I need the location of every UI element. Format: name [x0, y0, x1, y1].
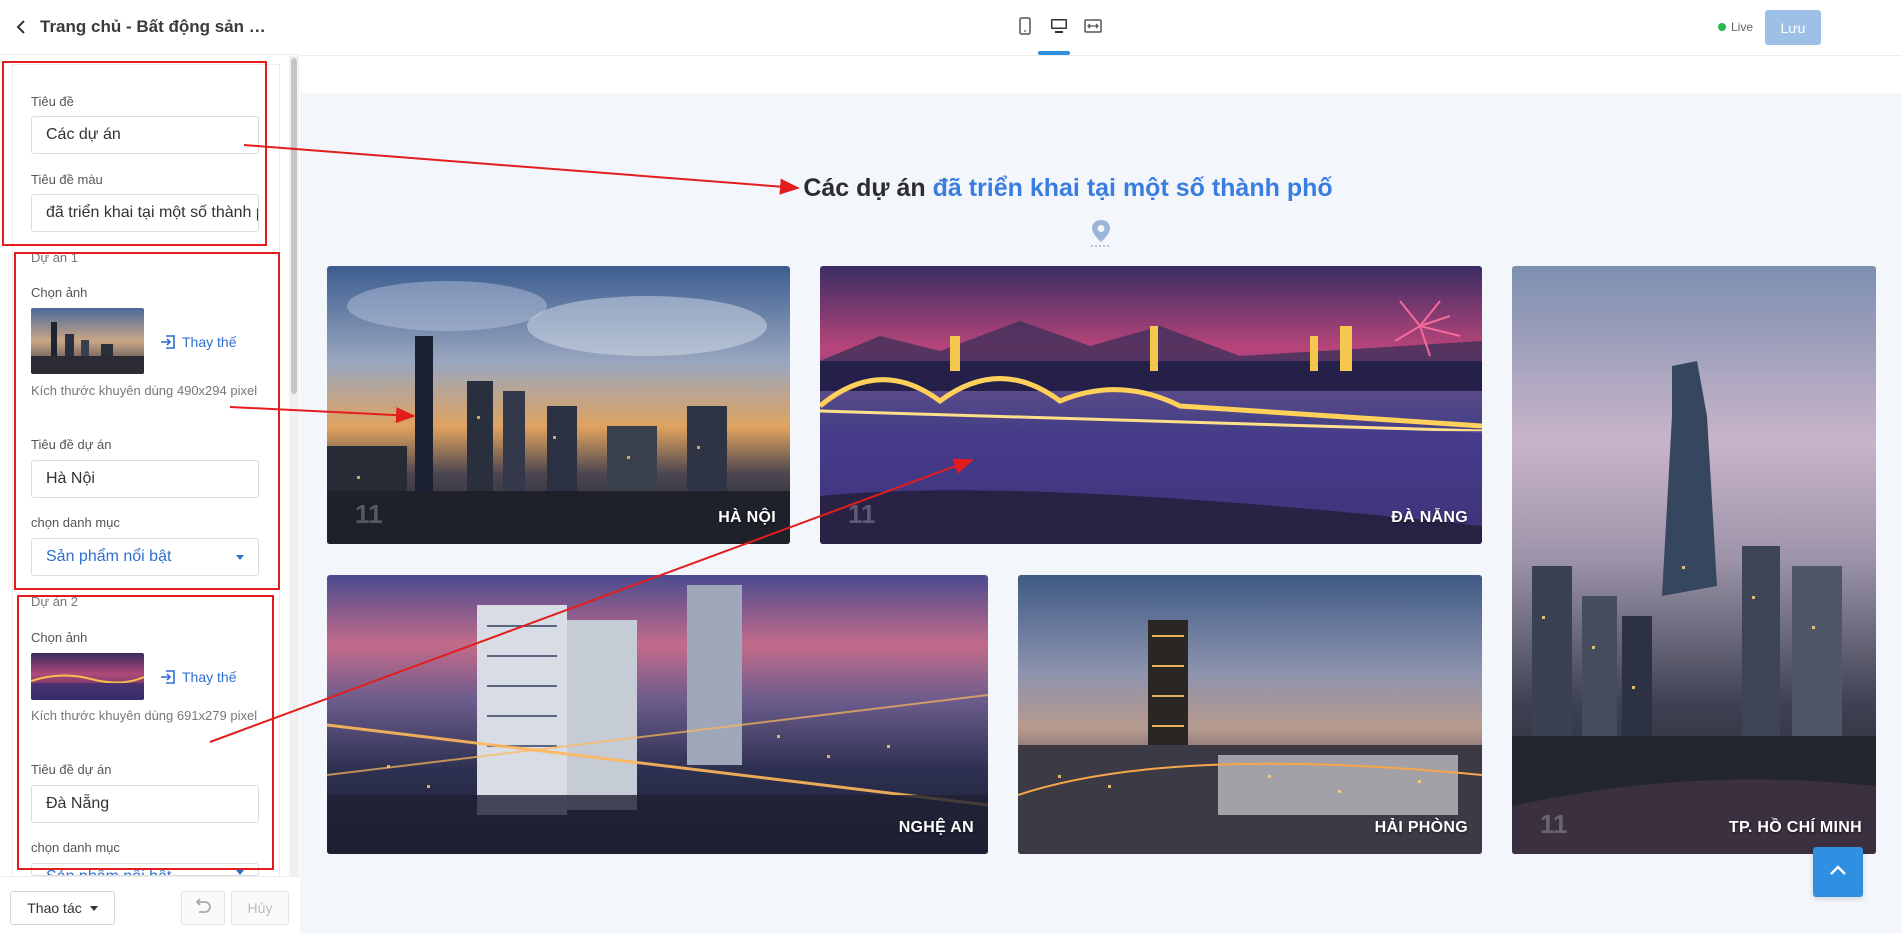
- project-card-hcm[interactable]: 11 TP. HỒ CHÍ MINH: [1512, 266, 1876, 854]
- settings-panel: Trang chủ - Bất động sản dự án Tiêu đề C…: [0, 0, 299, 933]
- project-2-replace-button[interactable]: Thay thế: [160, 669, 236, 685]
- card-label: ĐÀ NẴNG: [1391, 509, 1468, 526]
- project-2-category-label: chọn danh mục: [31, 840, 120, 855]
- project-image-haiphong: [1018, 575, 1482, 854]
- card-number: 11: [848, 499, 876, 529]
- project-card-nghean[interactable]: NGHỆ AN: [327, 575, 988, 854]
- card-number: 11: [355, 499, 383, 529]
- card-label: HÀ NỘI: [718, 509, 776, 526]
- project-1-thumbnail[interactable]: [31, 308, 144, 374]
- project-1-category-label: chọn danh mục: [31, 515, 120, 530]
- chevron-left-icon[interactable]: [14, 20, 28, 34]
- replace-icon: [160, 669, 176, 685]
- save-button[interactable]: Lưu: [1765, 10, 1821, 45]
- actions-label: Thao tác: [27, 900, 82, 916]
- project-2-image-label: Chọn ảnh: [31, 630, 88, 645]
- caret-down-icon: [236, 870, 244, 875]
- title-input[interactable]: Các dự án: [31, 116, 259, 154]
- project-1-category-select[interactable]: Sản phẩm nổi bật: [31, 538, 259, 576]
- map-pin-icon: [1088, 218, 1114, 248]
- panel-scrollbar[interactable]: [289, 56, 299, 876]
- caret-down-icon: [89, 905, 98, 911]
- color-title-label: Tiêu đề màu: [31, 172, 103, 187]
- project-image-danang: [820, 266, 1482, 544]
- replace-label: Thay thế: [182, 334, 237, 350]
- panel-header: Trang chủ - Bất động sản dự án: [0, 0, 299, 55]
- project-card-danang[interactable]: 11 ĐÀ NẴNG: [820, 266, 1482, 544]
- undo-button[interactable]: [181, 891, 225, 925]
- project-image-hcm: [1512, 266, 1876, 854]
- scrollbar-thumb[interactable]: [291, 58, 297, 394]
- project-card-haiphong[interactable]: HẢI PHÒNG: [1018, 575, 1482, 854]
- card-label: NGHỆ AN: [898, 819, 974, 836]
- project-2-thumbnail[interactable]: [31, 653, 144, 700]
- project-1-category-value: Sản phẩm nổi bật: [46, 548, 172, 565]
- card-number: 11: [1540, 809, 1568, 839]
- project-1-replace-button[interactable]: Thay thế: [160, 334, 236, 350]
- section-title-accent: đã triển khai tại một số thành phố: [932, 174, 1333, 202]
- project-2-category-select[interactable]: Sản phẩm nổi bật: [31, 863, 259, 876]
- title-label: Tiêu đề: [31, 94, 74, 109]
- project-2-name-input[interactable]: Đà Nẵng: [31, 785, 259, 823]
- project-2-size-hint: Kích thước khuyên dùng 691x279 pixel: [31, 708, 258, 723]
- color-title-input[interactable]: đã triển khai tại một số thành phố: [31, 194, 259, 232]
- caret-down-icon: [236, 554, 244, 560]
- actions-dropdown-button[interactable]: Thao tác: [10, 891, 115, 925]
- replace-icon: [160, 334, 176, 350]
- project-1-size-hint: Kích thước khuyên dùng 490x294 pixel: [31, 383, 258, 398]
- section-title: Các dự án đã triển khai tại một số thành…: [300, 174, 1836, 203]
- top-toolbar: Live Lưu: [300, 0, 1902, 56]
- section-title-main: Các dự án: [803, 174, 926, 202]
- card-label: HẢI PHÒNG: [1374, 819, 1468, 836]
- project-2-group-label: Dự án 2: [31, 594, 79, 609]
- project-card-hanoi[interactable]: 11 HÀ NỘI: [327, 266, 790, 544]
- live-label: Live: [1731, 20, 1754, 34]
- mobile-icon[interactable]: [1016, 17, 1034, 35]
- cancel-button[interactable]: Hủy: [231, 891, 289, 925]
- desktop-icon[interactable]: [1050, 17, 1068, 35]
- live-status: Live: [1718, 20, 1753, 34]
- page-title: Trang chủ - Bất động sản dự án: [40, 17, 270, 36]
- preview-top-strip: [300, 57, 1902, 93]
- project-1-name-label: Tiêu đề dự án: [31, 437, 112, 452]
- back-to-top-button[interactable]: [1813, 847, 1863, 897]
- card-label: TP. HỒ CHÍ MINH: [1728, 819, 1862, 836]
- fullwidth-icon[interactable]: [1084, 17, 1102, 35]
- project-2-category-value: Sản phẩm nổi bật: [46, 868, 171, 875]
- live-dot-icon: [1718, 23, 1726, 31]
- project-1-name-input[interactable]: Hà Nội: [31, 460, 259, 498]
- project-1-image-label: Chọn ảnh: [31, 285, 88, 300]
- project-1-group-label: Dự án 1: [31, 250, 79, 265]
- undo-icon: [194, 897, 212, 919]
- replace-label: Thay thế: [182, 669, 237, 685]
- arrow-up-icon: [1829, 863, 1847, 881]
- active-device-indicator: [1038, 51, 1070, 55]
- project-2-name-label: Tiêu đề dự án: [31, 762, 112, 777]
- panel-footer: Thao tác Hủy: [0, 876, 299, 933]
- page-builder-app: Trang chủ - Bất động sản dự án Tiêu đề C…: [0, 0, 1902, 933]
- device-switcher: [1016, 17, 1102, 35]
- project-image-hanoi: [327, 266, 790, 544]
- project-image-nghean: [327, 575, 988, 854]
